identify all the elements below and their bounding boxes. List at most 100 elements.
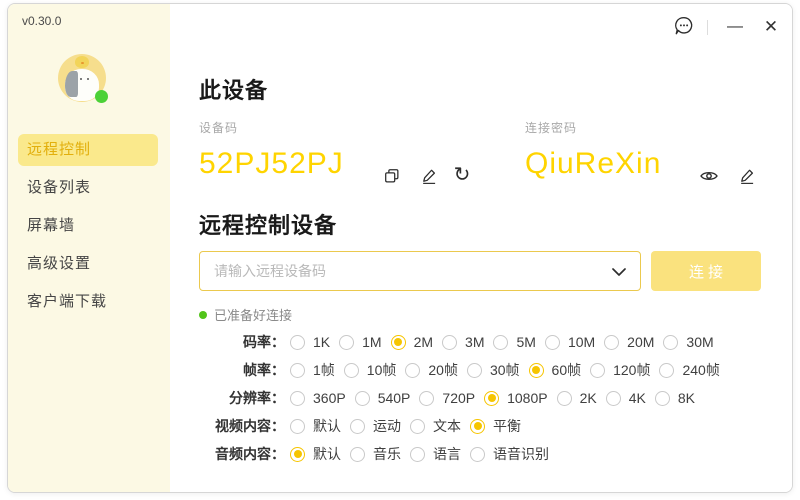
radio-option-label: 1080P	[507, 390, 547, 406]
edit-password-button[interactable]	[736, 164, 758, 188]
copy-device-code-button[interactable]	[381, 164, 403, 188]
radio-option-label: 30帧	[490, 360, 520, 380]
radio-option[interactable]: 360P	[290, 390, 346, 406]
settings-row-label: 音频内容：	[199, 444, 285, 464]
radio-option-label: 8K	[678, 390, 695, 406]
radio-option-label: 540P	[378, 390, 411, 406]
settings-row-label: 帧率：	[199, 360, 285, 380]
radio-option-label: 1K	[313, 334, 330, 350]
settings-row: 音频内容： 默认 音乐语言 语音识别	[199, 440, 779, 468]
device-code-value: 52PJ52PJ	[199, 147, 344, 181]
radio-option[interactable]: 20帧	[405, 360, 458, 380]
radio-option[interactable]: 默认	[290, 444, 341, 464]
device-code-label: 设备码	[199, 119, 238, 136]
remote-device-input-wrap	[199, 251, 641, 291]
radio-icon	[606, 391, 621, 406]
eye-icon	[699, 167, 719, 185]
radio-option[interactable]: 1帧	[290, 360, 335, 380]
radio-option[interactable]: 语音识别	[470, 444, 549, 464]
radio-icon	[290, 363, 305, 378]
radio-option[interactable]: 720P	[419, 390, 475, 406]
radio-option[interactable]: 平衡	[470, 416, 521, 436]
radio-icon	[604, 335, 619, 350]
sidebar-item[interactable]: 客户端下载	[18, 286, 158, 318]
radio-option[interactable]: 默认	[290, 416, 341, 436]
feedback-button[interactable]	[671, 14, 697, 40]
settings-row: 帧率：1帧 10帧 20帧 30帧 60帧 120帧 240帧	[199, 356, 779, 384]
radio-icon	[467, 363, 482, 378]
radio-group: 1K 1M 2M 3M 5M 10M 20M 30M	[290, 334, 723, 350]
radio-icon	[419, 391, 434, 406]
section-title: 远程控制设备	[199, 208, 337, 240]
radio-icon	[659, 363, 674, 378]
radio-option[interactable]: 540P	[355, 390, 411, 406]
radio-selected-icon	[391, 335, 406, 350]
settings-row: 视频内容：默认运动文本平衡	[199, 412, 779, 440]
input-dropdown-button[interactable]	[606, 259, 632, 283]
radio-option[interactable]: 运动	[350, 416, 401, 436]
feedback-chat-icon	[673, 15, 695, 40]
radio-option-label: 2M	[414, 334, 433, 350]
radio-icon	[290, 419, 305, 434]
sidebar-item[interactable]: 设备列表	[18, 172, 158, 204]
radio-icon	[493, 335, 508, 350]
radio-option[interactable]: 120帧	[590, 360, 650, 380]
radio-option[interactable]: 1080P	[484, 390, 547, 406]
avatar[interactable]	[58, 54, 106, 102]
radio-icon	[410, 447, 425, 462]
radio-option[interactable]: 10帧	[344, 360, 397, 380]
edit-icon	[420, 167, 438, 185]
chevron-down-icon	[612, 264, 626, 279]
radio-option[interactable]: 1K	[290, 334, 330, 350]
radio-icon	[663, 335, 678, 350]
radio-option[interactable]: 60帧	[529, 360, 582, 380]
radio-option-label: 3M	[465, 334, 484, 350]
radio-option[interactable]: 2K	[557, 390, 597, 406]
avatar-chick-beak	[81, 62, 84, 64]
radio-icon	[350, 447, 365, 462]
sidebar-item[interactable]: 远程控制	[18, 134, 158, 166]
radio-option-label: 20M	[627, 334, 654, 350]
radio-option-label: 语音识别	[493, 444, 549, 464]
radio-option[interactable]: 4K	[606, 390, 646, 406]
radio-option-label: 10M	[568, 334, 595, 350]
radio-option[interactable]: 240帧	[659, 360, 719, 380]
radio-option[interactable]: 10M	[545, 334, 595, 350]
sidebar-item[interactable]: 屏幕墙	[18, 210, 158, 242]
radio-option[interactable]: 1M	[339, 334, 381, 350]
close-button[interactable]: ✕	[758, 14, 784, 40]
radio-option-label: 2K	[580, 390, 597, 406]
radio-option[interactable]: 8K	[655, 390, 695, 406]
show-password-button[interactable]	[698, 164, 720, 188]
sidebar-item[interactable]: 高级设置	[18, 248, 158, 280]
radio-icon	[470, 447, 485, 462]
radio-option[interactable]: 20M	[604, 334, 654, 350]
radio-option-label: 默认	[313, 444, 341, 464]
radio-option[interactable]: 5M	[493, 334, 535, 350]
radio-option-label: 运动	[373, 416, 401, 436]
radio-option[interactable]: 音乐	[350, 444, 401, 464]
radio-option[interactable]: 30M	[663, 334, 713, 350]
online-status-dot	[95, 90, 108, 103]
radio-icon	[410, 419, 425, 434]
radio-option-label: 120帧	[613, 360, 650, 380]
radio-option-label: 平衡	[493, 416, 521, 436]
radio-option[interactable]: 2M	[391, 334, 433, 350]
remote-device-input[interactable]	[200, 252, 600, 290]
radio-icon	[590, 363, 605, 378]
radio-option[interactable]: 语言	[410, 444, 461, 464]
connect-button[interactable]: 连接	[651, 251, 761, 291]
radio-icon	[339, 335, 354, 350]
radio-option-label: 20帧	[428, 360, 458, 380]
radio-option[interactable]: 文本	[410, 416, 461, 436]
minimize-button[interactable]: —	[722, 14, 748, 40]
settings-row: 码率：1K1M2M3M5M10M20M30M	[199, 328, 779, 356]
radio-option-label: 文本	[433, 416, 461, 436]
refresh-device-code-button[interactable]: ↻	[451, 163, 473, 187]
radio-option-label: 音乐	[373, 444, 401, 464]
radio-icon	[655, 391, 670, 406]
radio-icon	[350, 419, 365, 434]
radio-option[interactable]: 3M	[442, 334, 484, 350]
radio-option[interactable]: 30帧	[467, 360, 520, 380]
edit-device-code-button[interactable]	[418, 164, 440, 188]
